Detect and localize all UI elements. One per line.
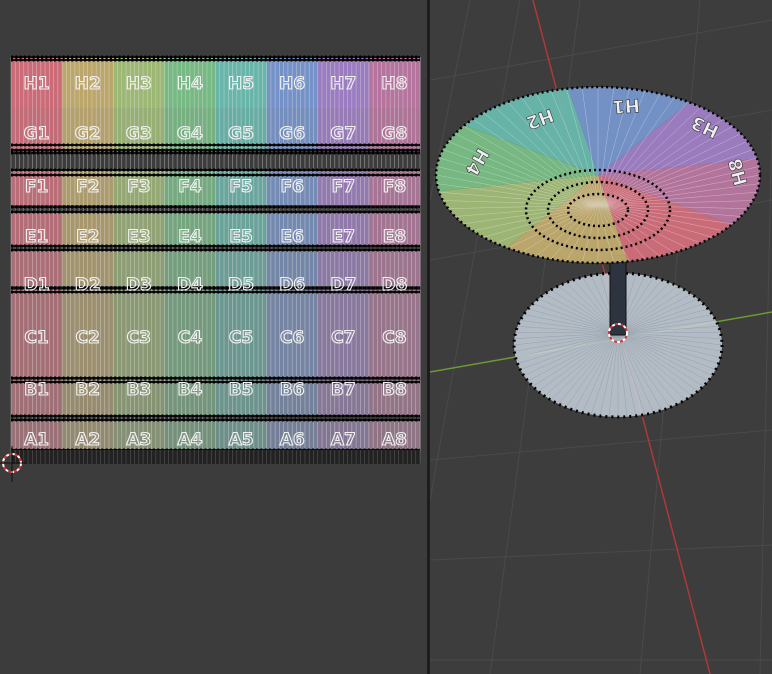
3d-viewport[interactable]: H1 H2 H3 H4 H8 <box>430 0 772 674</box>
uv-cell-label: G5 <box>228 124 254 144</box>
grid-line <box>430 0 521 501</box>
uv-cell-label: G6 <box>279 124 305 144</box>
uv-cell-label: D8 <box>381 275 407 295</box>
uv-cell-label: G7 <box>330 124 356 144</box>
uv-cell-label: F7 <box>332 177 355 197</box>
uv-cell-label: F2 <box>76 177 99 197</box>
uv-cell-label: F6 <box>280 177 303 197</box>
bowl-label: H1 <box>611 94 640 117</box>
uv-cell-label: F8 <box>383 177 406 197</box>
uv-cell-label: H3 <box>126 74 152 94</box>
grid-line <box>430 19 772 81</box>
uv-cell-label: H8 <box>381 74 407 94</box>
uv-cell-label: A8 <box>382 430 407 450</box>
uv-cell-label: A5 <box>229 430 254 450</box>
uv-cell-label: E2 <box>76 227 99 247</box>
uv-cell-label: D3 <box>126 275 152 295</box>
uv-cell-label: D7 <box>330 275 356 295</box>
uv-cell-label: A7 <box>331 430 356 450</box>
blender-workspace: H1 H2 H3 H4 H5 H6 H7 H8 G1 G2 G3 G4 G5 G6 G7 G8 F1 F2 F3 F4… <box>0 0 772 674</box>
grid-line <box>430 429 772 461</box>
grid-line <box>430 544 772 561</box>
uv-cell-label: B4 <box>178 380 203 400</box>
uv-cell-label: E1 <box>25 227 48 247</box>
uv-cell-label: F3 <box>127 177 150 197</box>
uv-cell-label: G4 <box>177 124 203 144</box>
uv-editor[interactable]: H1 H2 H3 H4 H5 H6 H7 H8 G1 G2 G3 G4 G5 G6 G7 G8 F1 F2 F3 F4… <box>0 0 427 674</box>
uv-cell-label: H6 <box>279 74 305 94</box>
uv-cell-label: E3 <box>127 227 150 247</box>
bowl[interactable]: H1H2 H3H4 H8 <box>434 85 762 265</box>
uv-canvas[interactable]: H1 H2 H3 H4 H5 H6 H7 H8 G1 G2 G3 G4 G5 G6 G7 G8 F1 F2 F3 F4… <box>0 0 427 674</box>
uv-cell-label: H7 <box>330 74 356 94</box>
uv-cell-label: G8 <box>382 124 408 144</box>
uv-cell-label: D1 <box>24 275 50 295</box>
uv-cell-label: B5 <box>229 380 254 400</box>
uv-cell-label: B8 <box>382 380 407 400</box>
uv-cell-label: E5 <box>229 227 252 247</box>
uv-cell-label: H1 <box>24 74 50 94</box>
uv-cell-label: B1 <box>24 380 49 400</box>
uv-cell-label: C3 <box>127 328 151 348</box>
uv-cell-label: H2 <box>75 74 101 94</box>
grid-line <box>759 119 772 674</box>
uv-cell-label: B2 <box>75 380 100 400</box>
uv-cell-label: E6 <box>280 227 303 247</box>
uv-cell-label: D5 <box>228 275 254 295</box>
uv-cell-label: C1 <box>24 328 48 348</box>
uv-cell-label: D2 <box>75 275 101 295</box>
uv-cell-label: E7 <box>332 227 355 247</box>
uv-cell-label: B7 <box>331 380 356 400</box>
uv-cell-label: F5 <box>229 177 252 197</box>
uv-cell-label: H5 <box>228 74 254 94</box>
uv-cell-label: G1 <box>24 124 50 144</box>
uv-cell-label: A6 <box>280 430 305 450</box>
uv-cell-label: B3 <box>126 380 151 400</box>
uv-cell-label: D6 <box>279 275 305 295</box>
uv-cell-label: A1 <box>24 430 49 450</box>
uv-cell-label: E4 <box>178 227 202 247</box>
uv-cell-label: A3 <box>126 430 151 450</box>
uv-cell-label: C6 <box>280 328 304 348</box>
uv-cell-label: A2 <box>75 430 100 450</box>
uv-cell-label: E8 <box>383 227 406 247</box>
uv-cell-label: C8 <box>382 328 406 348</box>
uv-cell-label: F4 <box>178 177 202 197</box>
uv-cell-label: G3 <box>126 124 152 144</box>
uv-grid[interactable]: H1 H2 H3 H4 H5 H6 H7 H8 G1 G2 G3 G4 G5 G6 G7 G8 F1 F2 F3 F4… <box>10 55 421 464</box>
uv-cell-label: C7 <box>331 328 355 348</box>
uv-cell-label: C4 <box>178 328 202 348</box>
uv-cell-label: C5 <box>229 328 253 348</box>
uv-cell-label: H4 <box>177 74 203 94</box>
uv-cell-label: F1 <box>25 177 48 197</box>
uv-cell-label: G2 <box>75 124 101 144</box>
uv-cell-label: D4 <box>177 275 203 295</box>
uv-cell-label: A4 <box>177 430 202 450</box>
uv-cell-label: B6 <box>280 380 305 400</box>
uv-cell-label: C2 <box>76 328 100 348</box>
viewport-canvas[interactable]: H1H2 H3H4 H8 <box>430 0 772 674</box>
